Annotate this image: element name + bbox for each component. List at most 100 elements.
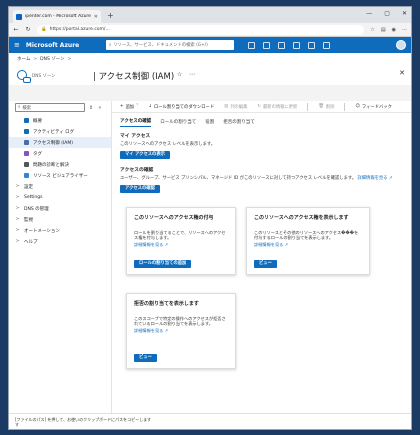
sidebar-item[interactable]: > 設定: [9, 181, 111, 192]
cloud-shell-icon[interactable]: [262, 41, 270, 49]
sidebar-item[interactable]: タグ: [9, 148, 111, 159]
azure-brand[interactable]: Microsoft Azure: [26, 42, 100, 49]
new-tab-button[interactable]: +: [107, 11, 114, 20]
view-card-learn-more-link[interactable]: 詳細情報を見る ↗: [254, 242, 362, 248]
view-access-card: このリソースへのアクセス権を表示します このリソースとその他のリソースへのアクセ…: [246, 207, 370, 275]
more-icon[interactable]: ⋯: [402, 27, 407, 33]
breadcrumb-home[interactable]: ホーム: [17, 56, 30, 62]
chevron-right-icon: >: [15, 195, 20, 200]
azure-favicon-icon: [16, 13, 22, 20]
feedback-icon: ☺: [355, 104, 360, 109]
chevron-down-icon: ˅: [136, 104, 139, 109]
edit-columns-button[interactable]: ▥ 列の編集: [224, 104, 247, 110]
check-access-desc: ユーザー、グループ、サービス プリンシパル、マネージド ID がこのリソースに対…: [120, 175, 411, 181]
sidebar-search-input[interactable]: ⌕ 検索: [15, 103, 85, 112]
toolbar-divider: [307, 102, 309, 111]
hamburger-menu-icon[interactable]: ≡: [14, 41, 20, 49]
check-access-button[interactable]: アクセスの確認: [120, 185, 160, 193]
sidebar-item[interactable]: アクティビティ ログ: [9, 126, 111, 137]
search-icon: ⌕: [108, 42, 112, 48]
lock-icon: 🔒: [41, 27, 47, 32]
breadcrumb: ホーム > DNS ゾーン >: [9, 53, 411, 65]
add-role-assignment-button[interactable]: ロールの割り当ての追加: [134, 260, 192, 268]
browser-tab[interactable]: ipenter.com - Microsoft Azure ✕: [13, 10, 101, 23]
tab-check-access[interactable]: アクセスの確認: [120, 118, 152, 127]
delete-button[interactable]: 🗑 削除: [318, 104, 334, 110]
maximize-button[interactable]: ▢: [384, 10, 390, 17]
iam-tabs: アクセスの確認 ロールの割り当て 役割 拒否の割り当て: [112, 113, 411, 127]
avatar[interactable]: [396, 40, 406, 50]
delete-label: 削除: [325, 104, 335, 110]
sidebar-item[interactable]: > ヘルプ: [9, 236, 111, 247]
refresh-icon: ↻: [257, 104, 261, 109]
external-link-icon: ↗: [388, 176, 393, 181]
more-options-icon[interactable]: ⋯: [189, 71, 195, 78]
sidebar-item-icon: [24, 129, 29, 134]
settings-gear-icon[interactable]: [292, 41, 300, 49]
sidebar-item-label: リソース ビジュアライザー: [33, 173, 88, 179]
sidebar-list: 概要アクティビティ ログ アクセス制御 (IAM) タグ 問題の診断と解決リソース ビ…: [9, 115, 111, 247]
favorites-icon[interactable]: ☆: [370, 27, 374, 33]
tab-role-assignments[interactable]: ロールの割り当て: [160, 119, 196, 127]
sidebar-item[interactable]: > オートメーション: [9, 225, 111, 236]
tab-roles[interactable]: 役割: [205, 119, 214, 127]
back-arrow-icon[interactable]: ←: [13, 26, 19, 33]
close-blade-icon[interactable]: ✕: [399, 69, 405, 77]
sidebar-item[interactable]: > DNS の管理: [9, 203, 111, 214]
main-content: + 追加 ˅ ↓ ロール割り当てのダウンロード ▥ 列の編集 ↻ 最新の情報に更新 🗑 削除…: [111, 101, 411, 413]
sidebar-item-label: ヘルプ: [24, 239, 38, 245]
access-control-icon: [17, 70, 31, 83]
view-card-title: このリソースへのアクセス権を表示します: [254, 215, 349, 221]
feedback-label: フィードバック: [361, 104, 392, 110]
grant-card-learn-more-link[interactable]: 詳細情報を見る ↗: [134, 242, 228, 248]
search-placeholder: リソース、サービス、ドキュメントの検索 (G+/): [113, 43, 208, 48]
my-access-desc: このリソースへのアクセス レベルを表示します。: [120, 142, 216, 147]
view-deny-assignments-button[interactable]: ビュー: [134, 354, 157, 362]
sidebar-item[interactable]: リソース ビジュアライザー: [9, 170, 111, 181]
close-window-button[interactable]: ✕: [402, 10, 407, 17]
favorite-star-icon[interactable]: ☆: [177, 71, 182, 78]
sidebar-item-label: 概要: [33, 118, 42, 124]
collections-icon[interactable]: ▤: [381, 27, 386, 33]
expand-icon[interactable]: ⇕: [89, 105, 93, 111]
azure-search-input[interactable]: ⌕ リソース、サービス、ドキュメントの検索 (G+/): [105, 40, 234, 50]
sidebar-item[interactable]: > 監視: [9, 214, 111, 225]
feedback-button[interactable]: ☺ フィードバック: [355, 104, 391, 110]
feedback-icon[interactable]: [322, 41, 330, 49]
copilot-icon[interactable]: [247, 41, 255, 49]
breadcrumb-dns-zone[interactable]: DNS ゾーン: [40, 56, 64, 62]
title-bar: DNS ゾーン | アクセス制御 (IAM) ☆ ⋯ ✕: [9, 65, 411, 85]
minimize-button[interactable]: —: [366, 10, 372, 17]
help-icon[interactable]: [307, 41, 315, 49]
resource-titles: DNS ゾーン: [32, 72, 55, 79]
url-field[interactable]: 🔒 https://portal.azure.com/...: [37, 24, 365, 35]
browser-window: ipenter.com - Microsoft Azure ✕ + — ▢ ✕ …: [8, 6, 412, 430]
url-text: https://portal.azure.com/...: [49, 27, 110, 32]
tab-close-icon[interactable]: ✕: [94, 14, 98, 20]
refresh-button[interactable]: ↻ 最新の情報に更新: [257, 104, 297, 110]
check-access-desc-text: ユーザー、グループ、サービス プリンシパル、マネージド ID がこのリソースに対…: [120, 176, 357, 181]
view-my-access-button[interactable]: マイ アクセスの表示: [120, 151, 170, 159]
add-button[interactable]: + 追加 ˅: [120, 104, 138, 110]
tab-deny-assignments[interactable]: 拒否の割り当て: [223, 119, 255, 127]
grant-card-desc: ロールを割り当てることで、リソースへのアクセス権を付与します。: [134, 230, 226, 241]
sidebar-item[interactable]: アクセス制御 (IAM): [9, 137, 111, 148]
sidebar-item[interactable]: > Settings: [9, 192, 111, 203]
browser-tab-bar: ipenter.com - Microsoft Azure ✕ + — ▢ ✕: [9, 7, 411, 23]
search-icon: ⌕: [18, 105, 21, 110]
grant-access-card: このリソースへのアクセス権の付与 ロールを割り当てることで、リソースへのアクセス…: [126, 207, 236, 275]
notifications-icon[interactable]: [277, 41, 285, 49]
download-button[interactable]: ↓ ロール割り当てのダウンロード: [148, 104, 214, 110]
profile-icon[interactable]: ◉: [392, 27, 396, 33]
sidebar-search-placeholder: 検索: [22, 105, 31, 111]
view-access-button[interactable]: ビュー: [254, 260, 277, 268]
collapse-icon[interactable]: «: [98, 105, 101, 111]
sidebar-item[interactable]: 概要: [9, 115, 111, 126]
trash-icon: 🗑: [318, 104, 324, 109]
sidebar-item[interactable]: 問題の診断と解決: [9, 159, 111, 170]
check-access-learn-more-link[interactable]: 詳細情報を見る: [357, 176, 387, 181]
sidebar-item-icon: [24, 151, 29, 156]
deny-card-learn-more-link[interactable]: 詳細情報を見る ↗: [134, 328, 228, 334]
refresh-icon[interactable]: ↻: [25, 26, 31, 33]
chevron-right-icon: >: [15, 206, 20, 211]
